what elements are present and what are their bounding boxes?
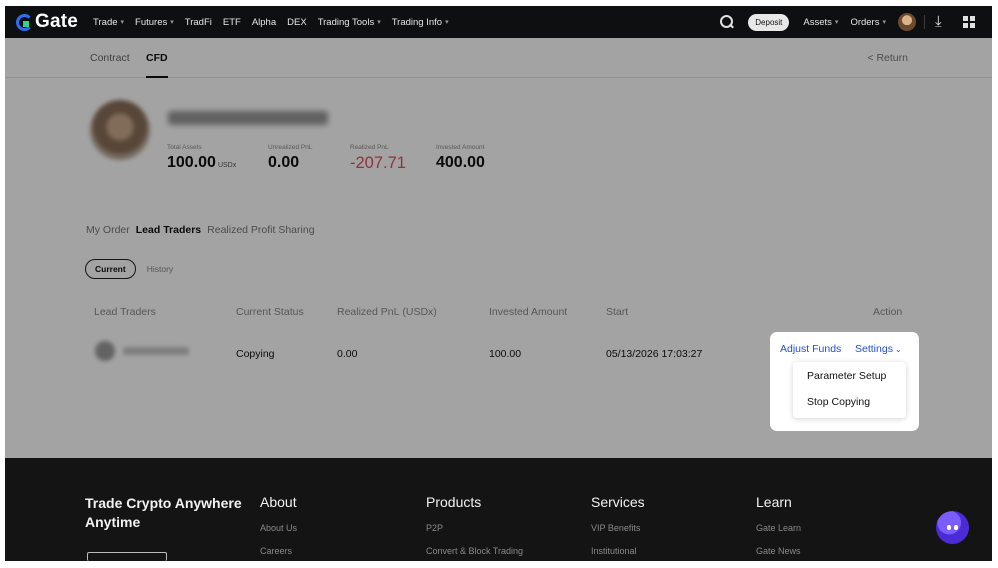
action-popover: Adjust Funds Settings ⌄ Parameter Setup S… xyxy=(770,332,919,431)
gate-logo[interactable]: Gate xyxy=(16,11,78,33)
footer-heading-learn: Learn xyxy=(756,494,792,510)
footer-heading-about: About xyxy=(260,494,297,510)
nav-item-alpha[interactable]: Alpha xyxy=(252,17,276,28)
nav-item-tradfi[interactable]: TradFi xyxy=(185,17,212,28)
footer-link-institutional[interactable]: Institutional xyxy=(591,546,637,556)
nav-divider xyxy=(924,15,925,29)
nav-item-orders[interactable]: Orders ▾ xyxy=(850,17,886,28)
search-icon[interactable] xyxy=(719,14,735,30)
top-navbar: Gate Trade ▾ Futures ▾ TradFi ETF Alpha DE… xyxy=(5,6,992,38)
nav-item-trade[interactable]: Trade ▾ xyxy=(93,17,124,28)
user-avatar[interactable] xyxy=(898,13,916,31)
chevron-down-icon: ▾ xyxy=(377,19,381,26)
chevron-down-icon: ▾ xyxy=(170,19,174,26)
download-icon[interactable] xyxy=(935,12,949,30)
settings-menu: Parameter Setup Stop Copying xyxy=(793,362,906,418)
settings-dropdown-toggle[interactable]: Settings ⌄ xyxy=(855,343,902,355)
nav-item-trading-info[interactable]: Trading Info ▾ xyxy=(392,17,449,28)
chevron-down-icon: ▾ xyxy=(834,19,839,26)
nav-item-futures[interactable]: Futures ▾ xyxy=(135,17,174,28)
footer-heading-services: Services xyxy=(591,494,645,510)
footer-link-p2p[interactable]: P2P xyxy=(426,523,443,533)
footer-link-gate-news[interactable]: Gate News xyxy=(756,546,801,556)
adjust-funds-link[interactable]: Adjust Funds xyxy=(780,343,841,355)
menu-item-stop-copying[interactable]: Stop Copying xyxy=(807,396,870,408)
chevron-down-icon: ▾ xyxy=(445,19,449,26)
nav-item-etf[interactable]: ETF xyxy=(223,17,241,28)
footer-heading-products: Products xyxy=(426,494,482,510)
deposit-button[interactable]: Deposit xyxy=(748,13,790,31)
menu-item-parameter-setup[interactable]: Parameter Setup xyxy=(807,370,886,382)
qr-code xyxy=(87,552,167,561)
chat-support-icon[interactable] xyxy=(936,511,969,544)
nav-item-dex[interactable]: DEX xyxy=(287,17,307,28)
footer-link-convert[interactable]: Convert & Block Trading xyxy=(426,546,523,556)
site-footer: Trade Crypto Anywhere Anytime About Abou… xyxy=(5,458,992,561)
logo-text: Gate xyxy=(35,11,79,32)
footer-link-vip[interactable]: VIP Benefits xyxy=(591,523,640,533)
page-frame: Gate Trade ▾ Futures ▾ TradFi ETF Alpha DE… xyxy=(0,0,998,568)
apps-grid-icon[interactable] xyxy=(963,16,975,28)
chevron-down-icon: ⌄ xyxy=(894,344,902,354)
footer-link-careers[interactable]: Careers xyxy=(260,546,292,556)
nav-item-trading-tools[interactable]: Trading Tools ▾ xyxy=(318,17,381,28)
nav-right-group: Deposit Assets ▾ Orders ▾ xyxy=(719,6,992,38)
footer-slogan: Trade Crypto Anywhere Anytime xyxy=(85,495,242,530)
chevron-down-icon: ▾ xyxy=(882,19,886,26)
footer-link-gate-learn[interactable]: Gate Learn xyxy=(756,523,801,533)
browser-viewport: Gate Trade ▾ Futures ▾ TradFi ETF Alpha DE… xyxy=(5,6,992,561)
footer-link-about-us[interactable]: About Us xyxy=(260,523,297,533)
main-menu: Trade ▾ Futures ▾ TradFi ETF Alpha DEX Tra… xyxy=(93,17,460,28)
chevron-down-icon: ▾ xyxy=(120,19,125,26)
gate-logo-icon xyxy=(16,13,33,31)
nav-item-assets[interactable]: Assets ▾ xyxy=(803,17,838,28)
